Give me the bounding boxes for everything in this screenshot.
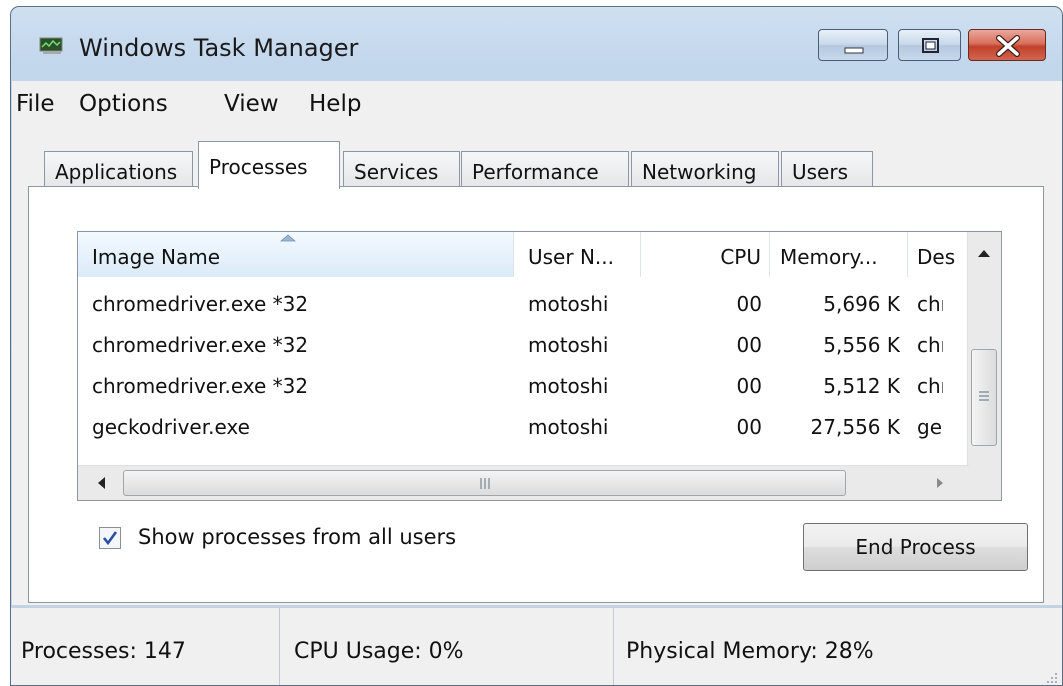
task-manager-window: Windows Task Manager File Options View H… [10, 6, 1063, 686]
close-button[interactable] [968, 29, 1046, 61]
processes-panel: Image Name User N... CPU Memory... Des c… [28, 186, 1044, 603]
vertical-scroll-thumb[interactable] [971, 349, 997, 446]
cell-description: chr [917, 292, 943, 316]
horizontal-scrollbar[interactable] [78, 465, 969, 500]
tab-services[interactable]: Services [343, 151, 460, 187]
menu-options[interactable]: Options [79, 91, 168, 117]
cell-memory: 5,512 K [823, 374, 900, 398]
cell-cpu: 00 [736, 333, 762, 357]
column-header-cpu[interactable]: CPU [641, 232, 770, 277]
cell-memory: 5,556 K [823, 333, 900, 357]
task-manager-app-icon [39, 37, 63, 54]
show-all-users-label[interactable]: Show processes from all users [138, 525, 456, 549]
menu-view[interactable]: View [224, 91, 279, 117]
checkmark-icon [102, 531, 118, 546]
tab-networking[interactable]: Networking [631, 151, 779, 187]
cell-user-name: motoshi [528, 415, 609, 439]
horizontal-scroll-thumb[interactable] [123, 470, 846, 496]
show-all-users-checkbox[interactable] [99, 527, 121, 549]
status-bar: Processes: 147 CPU Usage: 0% Physical Me… [11, 607, 1062, 685]
vertical-scrollbar[interactable] [967, 232, 1001, 468]
cell-image-name: chromedriver.exe *32 [92, 374, 309, 398]
tab-performance[interactable]: Performance [461, 151, 629, 187]
cell-image-name: chromedriver.exe *32 [92, 333, 309, 357]
tab-processes[interactable]: Processes [198, 141, 340, 189]
resize-grip-icon[interactable] [1044, 670, 1058, 684]
cell-memory: 27,556 K [810, 415, 900, 439]
maximize-icon [922, 38, 939, 53]
status-cpu-usage: CPU Usage: 0% [280, 608, 614, 685]
menu-help[interactable]: Help [309, 91, 361, 117]
scrollbar-corner [967, 466, 1001, 500]
maximize-button[interactable] [898, 29, 961, 61]
menu-bar: File Options View Help [12, 81, 1062, 125]
minimize-button[interactable] [818, 29, 888, 61]
column-header-image-name[interactable]: Image Name [78, 232, 514, 277]
status-physical-memory: Physical Memory: 28% [626, 639, 874, 664]
cell-user-name: motoshi [528, 333, 609, 357]
cell-image-name: geckodriver.exe [92, 415, 250, 439]
menu-file[interactable]: File [16, 91, 55, 117]
process-list[interactable]: Image Name User N... CPU Memory... Des c… [77, 231, 1002, 501]
scroll-up-icon[interactable] [977, 248, 991, 258]
title-bar[interactable]: Windows Task Manager [11, 7, 1062, 77]
cell-description: chr [917, 333, 943, 357]
cell-memory: 5,696 K [823, 292, 900, 316]
column-header-description[interactable]: Des [908, 232, 970, 277]
tab-applications[interactable]: Applications [44, 151, 193, 187]
scroll-left-icon[interactable] [96, 476, 106, 490]
cell-cpu: 00 [736, 374, 762, 398]
column-header-memory[interactable]: Memory... [770, 232, 908, 277]
end-process-button[interactable]: End Process [803, 523, 1028, 571]
cell-image-name: chromedriver.exe *32 [92, 292, 309, 316]
window-title: Windows Task Manager [79, 34, 359, 62]
cell-cpu: 00 [736, 415, 762, 439]
minimize-icon [844, 47, 864, 54]
cell-description: gec [917, 415, 943, 439]
column-header-user-name[interactable]: User N... [514, 232, 641, 277]
cell-cpu: 00 [736, 292, 762, 316]
tab-content-area: Applications Processes Services Performa… [12, 125, 1062, 605]
grip-icon [480, 478, 490, 489]
grip-icon [979, 391, 989, 401]
cell-description: chr [917, 374, 943, 398]
sort-ascending-icon [280, 234, 296, 242]
scroll-right-icon[interactable] [936, 477, 944, 489]
cell-user-name: motoshi [528, 374, 609, 398]
status-processes: Processes: 147 [11, 608, 280, 685]
close-icon [996, 35, 1020, 57]
cell-user-name: motoshi [528, 292, 609, 316]
tab-users[interactable]: Users [781, 151, 873, 187]
column-header-label: Image Name [92, 245, 220, 269]
